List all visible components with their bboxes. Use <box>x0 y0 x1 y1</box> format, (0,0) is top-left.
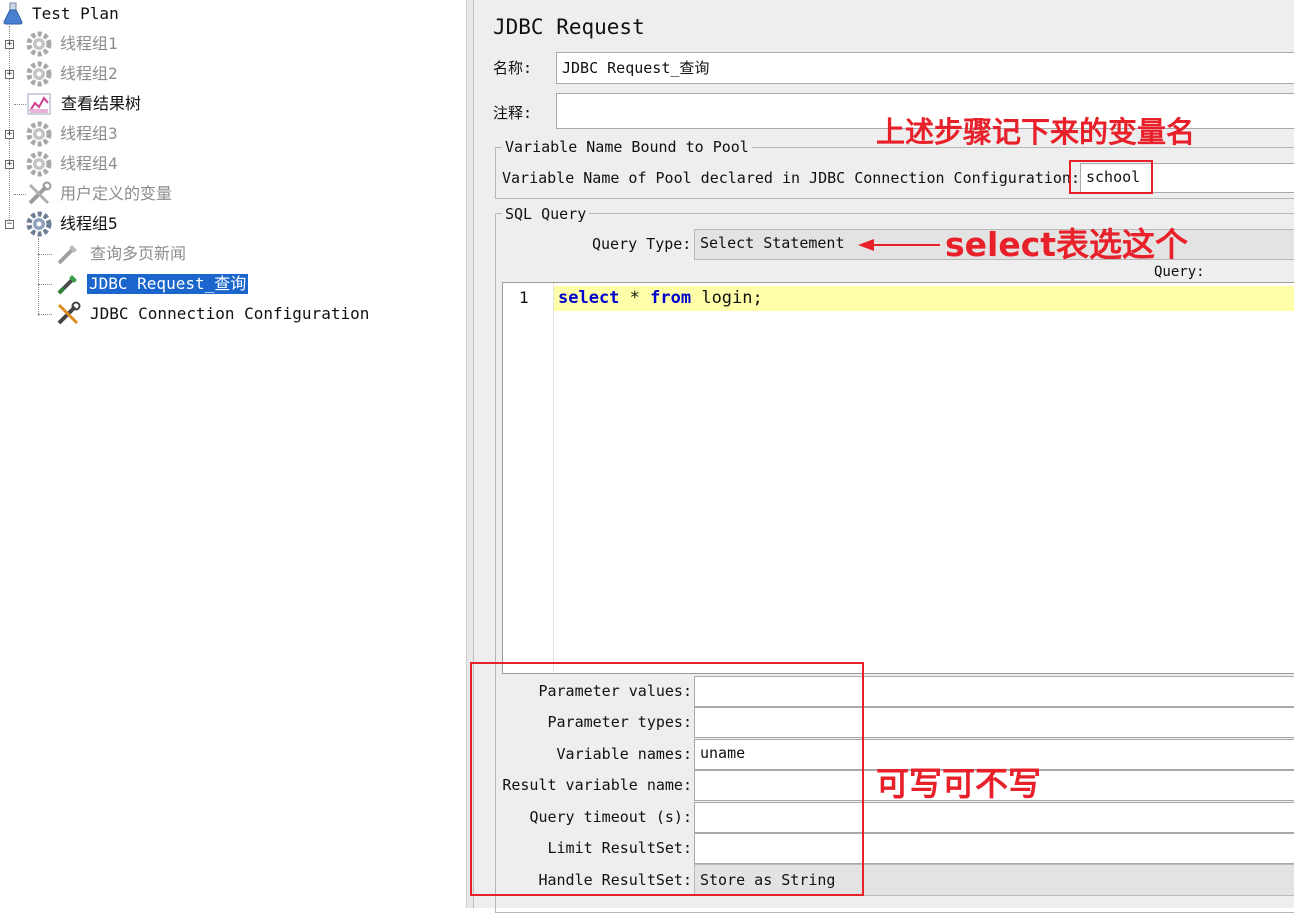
expand-icon[interactable]: + <box>5 130 14 139</box>
sql-editor[interactable]: 1 select * from login; <box>502 282 1294 674</box>
tree-root-label: Test Plan <box>32 4 119 23</box>
tree-item-label: 线程组5 <box>60 214 118 233</box>
query-type-label: Query Type: <box>592 235 692 253</box>
gear-icon <box>26 211 52 237</box>
query-type-annotation: select表选这个 <box>945 225 1189 264</box>
sampler-pipette-icon <box>57 245 77 265</box>
name-label: 名称: <box>493 59 533 77</box>
params-annotation: 可写可不写 <box>876 764 1041 803</box>
name-field[interactable]: JDBC Request_查询 <box>556 52 1294 84</box>
test-plan-tree: Test Plan + 线程组1 + 线程组2 查看结果树 + 线程组3 + 线… <box>0 0 466 908</box>
sql-keyword: select <box>558 288 620 308</box>
wrench-screwdriver-icon <box>57 301 81 325</box>
gear-icon <box>26 151 52 177</box>
collapse-icon[interactable]: − <box>5 220 14 229</box>
sql-keyword: from <box>650 288 692 308</box>
wrench-screwdriver-icon <box>28 181 52 205</box>
editor-gutter <box>503 283 554 673</box>
flask-icon <box>3 2 23 25</box>
sql-code-line: select * from login; <box>558 288 763 308</box>
sql-text: login; <box>691 288 763 308</box>
panel-title: JDBC Request <box>493 15 645 39</box>
comment-label: 注释: <box>493 104 533 122</box>
gear-icon <box>26 61 52 87</box>
sql-text: * <box>619 288 651 308</box>
line-number: 1 <box>519 288 529 307</box>
tree-item-label: 线程组1 <box>60 34 118 53</box>
results-chart-icon <box>27 93 51 115</box>
pool-annotation: 上述步骤记下来的变量名 <box>876 115 1196 149</box>
tree-item-label: 线程组2 <box>60 64 118 83</box>
tree-item-label: JDBC Connection Configuration <box>90 304 370 323</box>
tree-item-label: 用户定义的变量 <box>60 184 173 203</box>
params-highlight-box <box>470 662 864 896</box>
tree-item-label: 查询多页新闻 <box>90 244 187 263</box>
pool-name-label: Variable Name of Pool declared in JDBC C… <box>502 169 1080 187</box>
tree-item-label: 线程组3 <box>60 124 118 143</box>
tree-item-label-selected: JDBC Request_查询 <box>85 273 250 295</box>
tree-item-label: 线程组4 <box>60 154 118 173</box>
expand-icon[interactable]: + <box>5 70 14 79</box>
gear-icon <box>26 121 52 147</box>
expand-icon[interactable]: + <box>5 160 14 169</box>
tree-item-label: 查看结果树 <box>61 94 142 113</box>
pool-highlight-box <box>1069 160 1153 194</box>
query-label: Query: <box>1154 264 1205 280</box>
expand-icon[interactable]: + <box>5 40 14 49</box>
pool-group-legend: Variable Name Bound to Pool <box>502 138 752 156</box>
gear-icon <box>26 31 52 57</box>
jdbc-request-panel: JDBC Request 名称: JDBC Request_查询 注释: Var… <box>470 0 1294 913</box>
arrow-left-icon <box>858 239 940 251</box>
sql-group-legend: SQL Query <box>502 205 590 223</box>
sampler-pipette-icon <box>57 275 77 295</box>
